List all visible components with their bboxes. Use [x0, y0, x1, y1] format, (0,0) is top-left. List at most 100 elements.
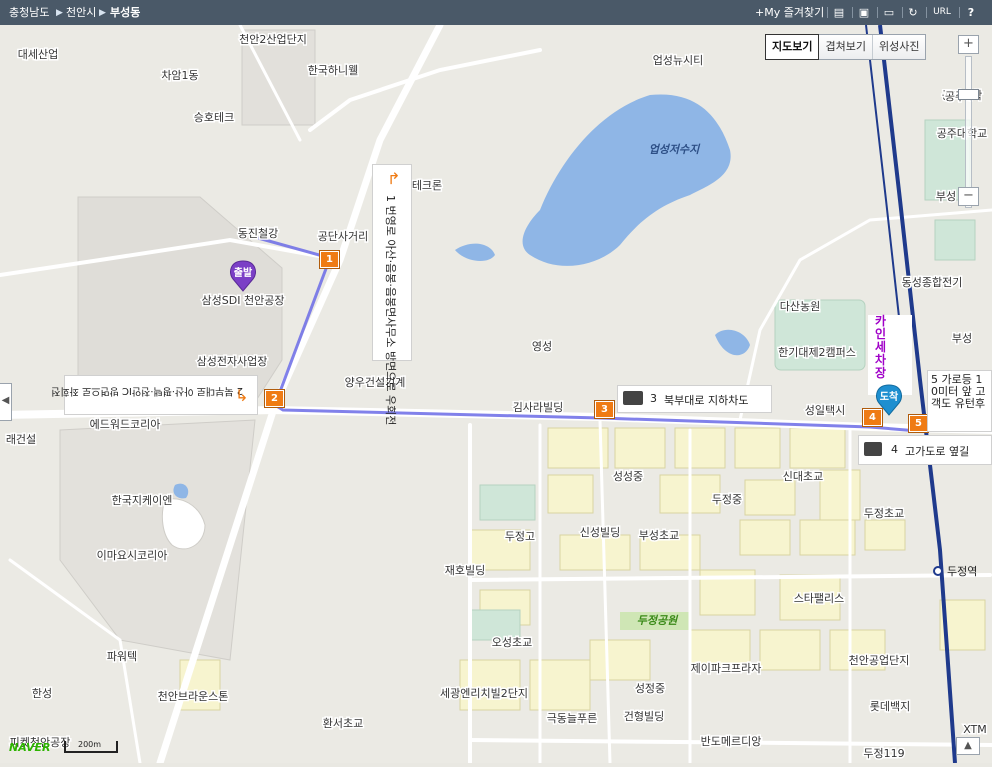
place-label: 성성중 [613, 470, 643, 483]
breadcrumb-province[interactable]: 충청남도 [9, 5, 49, 21]
zoom-in-button[interactable]: + [958, 35, 979, 54]
station-label: 두정역 [947, 565, 977, 578]
favorites-button[interactable]: +My 즐겨찾기 [755, 4, 824, 21]
place-label: 대세산업 [18, 48, 58, 61]
place-label: 성일택시 [805, 403, 845, 417]
place-label: 부성 [936, 190, 956, 203]
place-label: 파워텍 [107, 650, 137, 663]
place-label: 삼성전자사업장 [197, 355, 268, 368]
place-label: 한국지케이엔 [112, 494, 173, 507]
annotation-label: 카인세차장 [875, 314, 887, 380]
map-canvas[interactable]: 대산식품천안2산업단지대세산업한국하니웰차암1동업성뉴시티승호테크테크론공주대학… [0, 0, 992, 767]
help-button[interactable]: ? [963, 4, 979, 21]
place-label: 신대초교 [783, 470, 823, 483]
step-3-text: 북부대로 지하차도 [664, 394, 749, 407]
underpass-icon [623, 391, 643, 405]
place-label: 부성 [952, 332, 972, 345]
step-callout-2[interactable]: 2 북부대로 아산·평택·천안IC 방면으로 좌회전 ↳ [51, 375, 258, 415]
place-label: 반도메르디앙 [701, 735, 762, 748]
map-type-map[interactable]: 지도보기 [765, 34, 820, 60]
place-label: 성정중 [635, 682, 665, 695]
place-label: 두정중 [712, 493, 742, 506]
place-label: 오성초교 [492, 636, 532, 649]
zoom-thumb[interactable] [958, 89, 979, 100]
place-label: 극동늘푸른 [547, 712, 598, 725]
place-label: 에드워드코리아 [90, 418, 161, 431]
waypoint-marker-3[interactable]: 3 [595, 401, 614, 418]
turn-left-icon: ↳ [235, 386, 249, 405]
step-callout-3[interactable]: 3 북부대로 지하차도 [617, 385, 772, 413]
top-bar: 충청남도 ▶ 천안시 ▶ 부성동 +My 즐겨찾기 ▤ ▣ ▭ ↻ URL ? [0, 0, 992, 25]
naver-logo: NAVER [9, 741, 51, 754]
place-label: 부성초교 [639, 529, 679, 542]
place-label: 스타팰리스 [794, 592, 845, 605]
place-label: 재호빌딩 [445, 564, 485, 577]
place-label: 건형빌딩 [624, 710, 664, 723]
map-type-selector: 지도보기 겹쳐보기 위성사진 [765, 34, 927, 60]
place-label: 동진철강 [238, 227, 278, 240]
place-label: 다산농원 [780, 300, 820, 313]
overpass-icon [864, 442, 882, 456]
step-4-num: 4 [891, 443, 898, 456]
step-1-text: 1 번영로 아산·음봉·음봉면사무소 방면으로 우회전 [384, 195, 397, 426]
place-label: 한기대제2캠퍼스 [778, 346, 856, 359]
breadcrumb-district[interactable]: 부성동 [110, 5, 140, 21]
url-button[interactable]: URL [930, 4, 954, 21]
place-label: 삼성SDI 천안공장 [202, 293, 285, 307]
panel-toggle-left-icon[interactable]: ◀ [0, 383, 12, 421]
refresh-icon[interactable]: ↻ [905, 4, 921, 21]
place-label: 래건설 [6, 433, 36, 446]
start-pin-label: 출발 [233, 268, 253, 279]
lake-label: 업성저수지 [649, 143, 701, 156]
place-label: 롯데백지 [870, 700, 910, 713]
place-label: 세광엔리치빌2단지 [440, 687, 528, 700]
map-type-satellite[interactable]: 위성사진 [872, 35, 926, 59]
waypoint-marker-2[interactable]: 2 [265, 390, 284, 407]
step-5-text: 5 가로등 10미터 앞 고객도 유턴후 [931, 373, 986, 410]
map-type-hybrid[interactable]: 겹쳐보기 [819, 35, 873, 59]
step-3-num: 3 [650, 392, 657, 405]
step-callout-5[interactable]: 5 가로등 10미터 앞 고객도 유턴후 [927, 370, 992, 432]
waypoint-marker-5[interactable]: 5 [909, 415, 928, 432]
place-label: 공단사거리 [318, 230, 369, 243]
place-label: 이마요시코리아 [97, 549, 168, 562]
place-label: 김사라빌딩 [513, 401, 564, 414]
place-label: 한성 [32, 687, 52, 700]
place-label: 동성종합전기 [902, 276, 963, 289]
breadcrumb-city[interactable]: 천안시 [66, 5, 96, 21]
panel-toggle-up-icon[interactable]: ▲ [956, 737, 980, 755]
place-label: 업성뉴시티 [653, 54, 704, 67]
step-callout-1[interactable]: ↱ 1 번영로 아산·음봉·음봉면사무소 방면으로 우회전 [372, 164, 412, 425]
place-label: 승호테크 [194, 111, 234, 124]
breadcrumb-separator-icon: ▶ [99, 8, 106, 18]
save-icon[interactable]: ▣ [856, 4, 872, 21]
step-4-text: 고가도로 옆길 [905, 445, 970, 458]
place-label: 두정초교 [864, 507, 904, 520]
place-label: 환서초교 [323, 717, 363, 730]
place-label: 천안2산업단지 [239, 32, 307, 46]
place-label: 천안브라운스톤 [158, 689, 229, 703]
plus-icon: + [755, 6, 765, 19]
place-label: 제이파크프라자 [691, 662, 762, 675]
place-label: 차암1동 [161, 69, 198, 82]
end-pin-label: 도착 [879, 392, 899, 403]
zoom-out-button[interactable]: − [958, 187, 979, 206]
step-callout-4[interactable]: 4 고가도로 옆길 [858, 435, 992, 465]
zoom-control: + − [956, 34, 980, 208]
zoom-track[interactable] [965, 56, 972, 208]
place-label: 천안공업단지 [849, 653, 910, 667]
start-pin[interactable]: 출발 [228, 258, 258, 292]
place-label: 두정119 [863, 747, 904, 760]
place-label: 테크론 [412, 179, 442, 192]
breadcrumb-separator-icon: ▶ [56, 8, 63, 18]
ruler-icon[interactable]: ▭ [881, 4, 897, 21]
waypoint-marker-4[interactable]: 4 [863, 409, 882, 426]
print-icon[interactable]: ▤ [831, 4, 847, 21]
place-label: 신성빌딩 [580, 526, 620, 539]
step-2-text: 2 북부대로 아산·평택·천안IC 방면으로 좌회전 [51, 385, 243, 396]
place-label: 한국하니웰 [308, 63, 359, 77]
turn-right-icon: ↱ [387, 169, 401, 188]
scale-label: 200m [78, 740, 102, 749]
waypoint-marker-1[interactable]: 1 [320, 251, 339, 268]
park-label: 두정공원 [637, 614, 679, 627]
